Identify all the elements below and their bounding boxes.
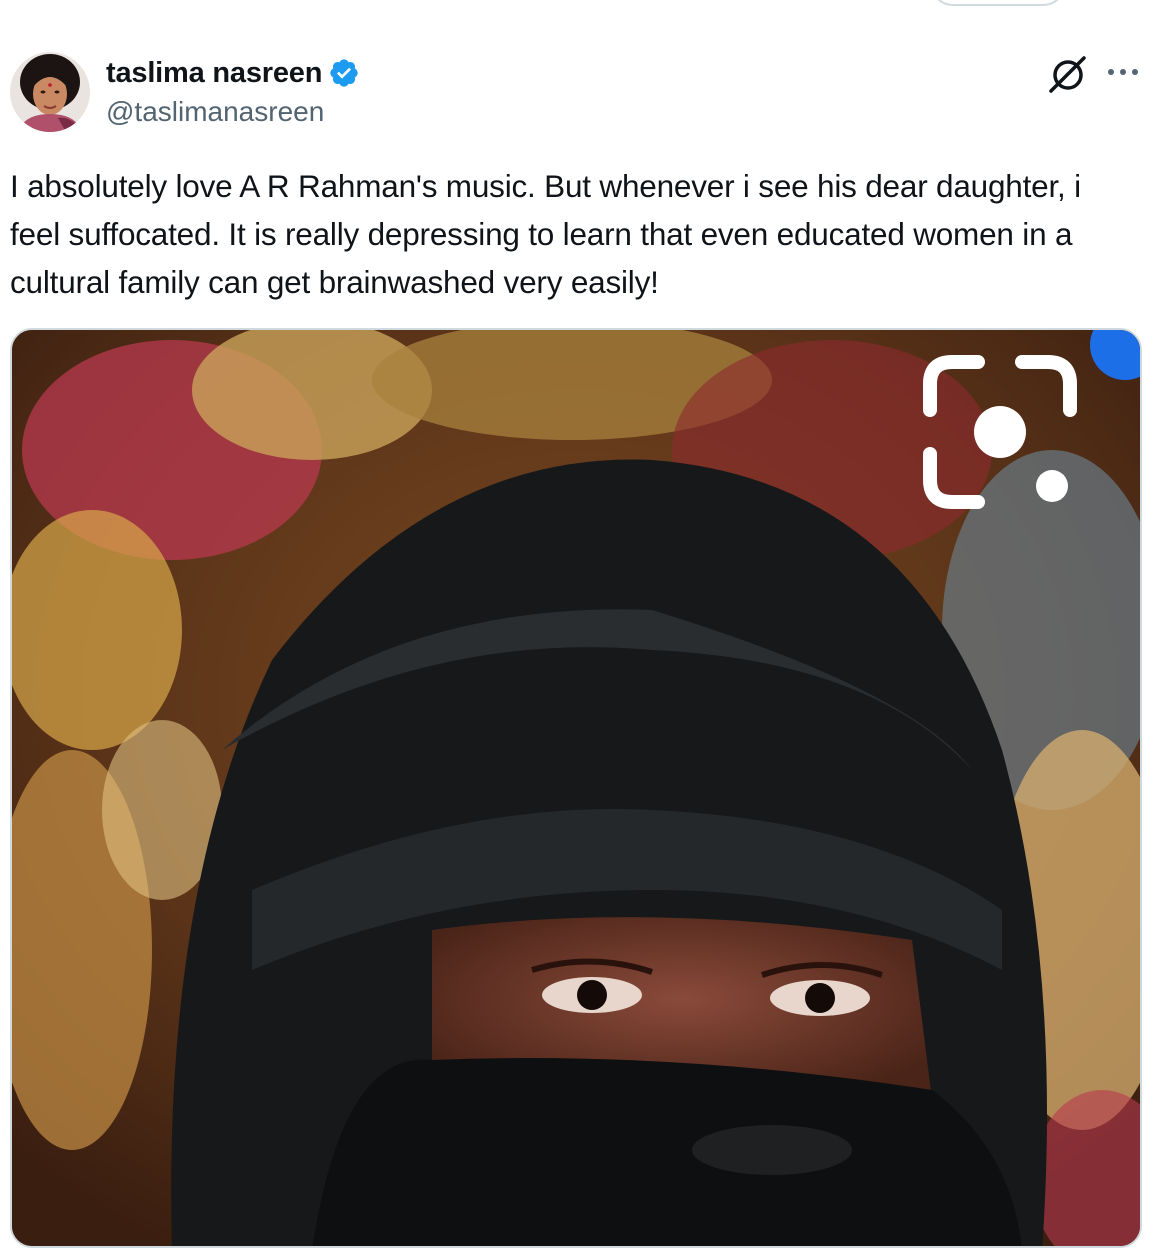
verified-badge-icon[interactable] [328, 57, 360, 89]
tweet-text: I absolutely love A R Rahman's music. Bu… [10, 168, 1090, 300]
author-avatar[interactable] [10, 52, 90, 132]
tweet-card: taslima nasreen @taslimanasreen I absolu… [0, 0, 1154, 1248]
tweet-media-image[interactable] [10, 328, 1142, 1248]
profile-photo-icon [10, 52, 90, 132]
author-name-row: taslima nasreen [106, 54, 360, 92]
google-lens-icon[interactable] [908, 340, 1098, 520]
author-display-name[interactable]: taslima nasreen [106, 57, 322, 90]
author-handle[interactable]: @taslimanasreen [106, 96, 324, 128]
grok-icon[interactable] [1046, 54, 1090, 94]
more-options-icon[interactable] [1106, 60, 1140, 84]
